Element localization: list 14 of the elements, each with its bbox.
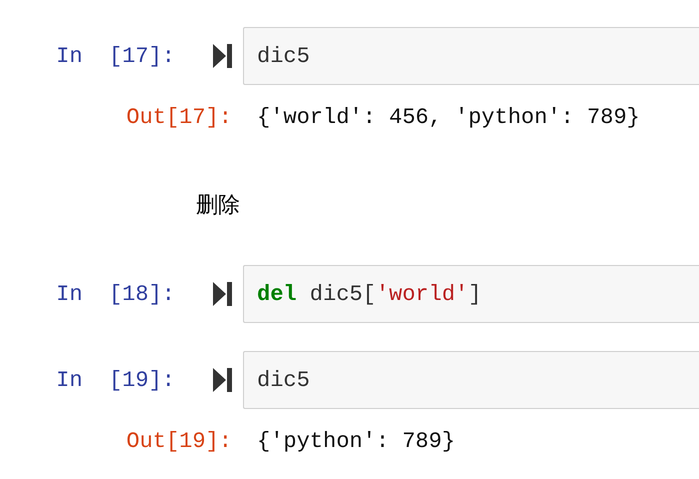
output-text: {'python': 789} — [257, 428, 456, 454]
run-icon[interactable] — [213, 368, 232, 392]
output-prompt: Out[17]: — [125, 104, 232, 130]
run-icon[interactable] — [213, 44, 232, 68]
output-prompt: Out[19]: — [125, 428, 232, 454]
markdown-text: 删除 — [196, 192, 241, 220]
code-input[interactable]: dic5 — [243, 27, 699, 85]
input-prompt: In [17]: — [55, 44, 175, 68]
code-input[interactable]: dic5 — [243, 351, 699, 409]
input-prompt: In [18]: — [55, 282, 175, 306]
input-prompt: In [19]: — [55, 368, 175, 392]
code-input[interactable]: del dic5['world'] — [243, 265, 699, 323]
run-icon[interactable] — [213, 282, 232, 306]
output-text: {'world': 456, 'python': 789} — [257, 104, 640, 130]
